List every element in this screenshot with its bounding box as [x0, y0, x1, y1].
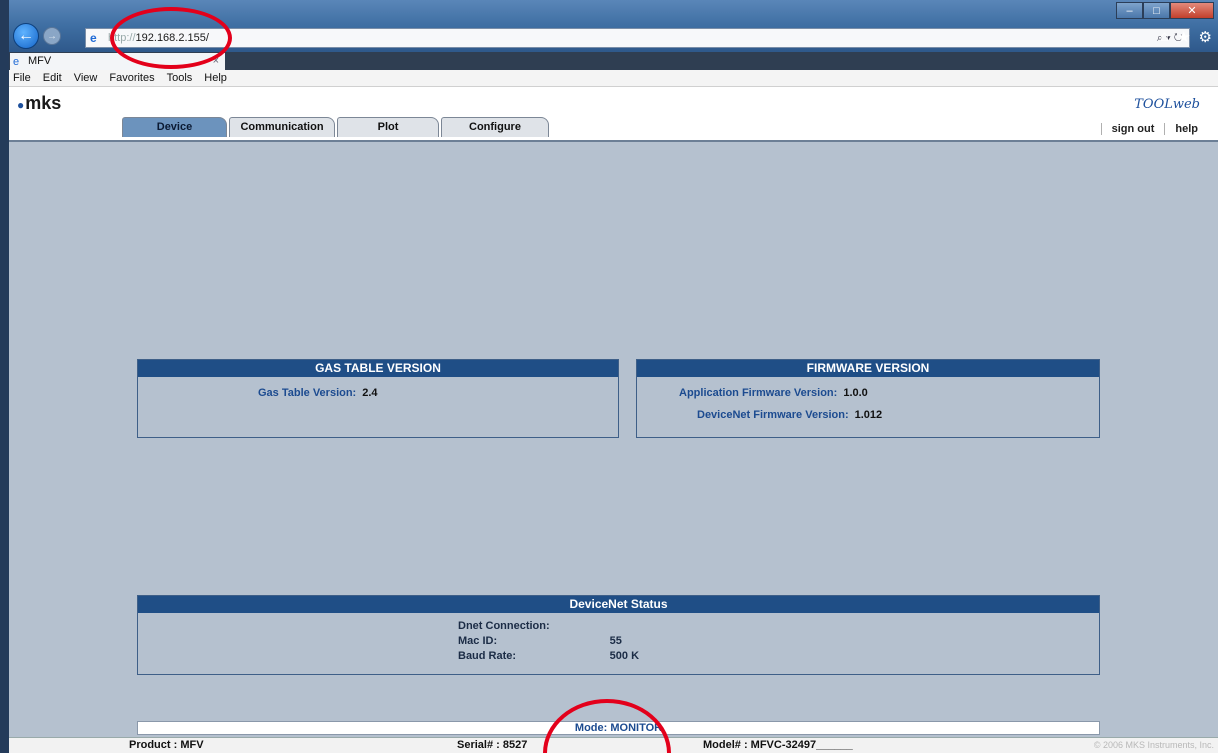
gear-icon[interactable]: ⚙: [1199, 28, 1212, 46]
sign-out-link[interactable]: sign out: [1100, 123, 1165, 135]
app-tabs: Device Communication Plot Configure: [122, 117, 551, 137]
minimize-button[interactable]: –: [1116, 2, 1143, 19]
product-status: Product : MFV: [129, 739, 204, 751]
app-firmware-label: Application Firmware Version:: [679, 387, 838, 399]
header-links: sign out help: [1100, 123, 1208, 135]
menu-tools[interactable]: Tools: [167, 70, 193, 86]
arrow-right-icon: →: [47, 30, 57, 42]
app-firmware-row: Application Firmware Version: 1.0.0: [679, 387, 868, 399]
logo-text: mks: [25, 93, 62, 113]
gas-table-title: GAS TABLE VERSION: [138, 360, 618, 377]
gas-table-version-row: Gas Table Version: 2.4: [258, 387, 378, 399]
model-status: Model# : MFVC-32497______: [703, 739, 853, 751]
devicenet-status-panel: DeviceNet Status Dnet Connection: Mac ID…: [137, 595, 1100, 675]
toolweb-logo: TOOLweb: [1134, 97, 1200, 112]
menu-edit[interactable]: Edit: [43, 70, 62, 86]
baud-rate-value: 500 K: [609, 650, 640, 662]
tab-configure[interactable]: Configure: [441, 117, 549, 137]
toolbar-icons: ⌂ ★ ⚙: [1160, 28, 1212, 46]
window-controls: – □ ✕: [1116, 2, 1214, 19]
maximize-button[interactable]: □: [1143, 2, 1170, 19]
url-highlight-circle: [110, 7, 232, 69]
tab-device[interactable]: Device: [122, 117, 227, 137]
copyright-text: © 2006 MKS Instruments, Inc.: [1093, 740, 1214, 750]
menu-favorites[interactable]: Favorites: [109, 70, 154, 86]
app-header: ●mks TOOLweb Device Communication Plot C…: [9, 87, 1218, 142]
firmware-panel: FIRMWARE VERSION Application Firmware Ve…: [636, 359, 1100, 438]
help-link[interactable]: help: [1164, 123, 1208, 135]
app-firmware-value: 1.0.0: [843, 387, 868, 399]
menu-help[interactable]: Help: [204, 70, 227, 86]
arrow-left-icon: ←: [18, 27, 34, 44]
header-divider: [9, 140, 1218, 142]
gas-table-version-value: 2.4: [362, 387, 378, 399]
mac-id-label: Mac ID:: [458, 635, 498, 647]
devicenet-status-title: DeviceNet Status: [138, 596, 1099, 613]
dnet-connection-value: [552, 620, 639, 633]
menu-bar: File Edit View Favorites Tools Help: [9, 70, 1218, 87]
serial-status: Serial# : 8527: [457, 739, 528, 751]
devicenet-status-table: Dnet Connection: Mac ID: 55 Baud Rate: 5…: [456, 618, 641, 665]
mac-id-value: 55: [609, 635, 622, 647]
status-row-mac-id: Mac ID: 55: [458, 635, 639, 648]
back-button[interactable]: ←: [13, 23, 39, 49]
logo-dots-icon: ●: [17, 98, 25, 112]
tab-plot[interactable]: Plot: [337, 117, 439, 137]
firmware-title: FIRMWARE VERSION: [637, 360, 1099, 377]
mks-logo: ●mks: [17, 93, 61, 114]
gas-table-panel: GAS TABLE VERSION Gas Table Version: 2.4: [137, 359, 619, 438]
favorites-star-icon[interactable]: ★: [1177, 28, 1190, 46]
devicenet-firmware-label: DeviceNet Firmware Version:: [697, 409, 849, 421]
home-icon[interactable]: ⌂: [1160, 28, 1169, 46]
gas-table-version-label: Gas Table Version:: [258, 387, 357, 399]
forward-button[interactable]: →: [43, 27, 61, 45]
mode-highlight-circle: [543, 699, 671, 753]
browser-tab-title: MFV: [28, 55, 52, 67]
menu-file[interactable]: File: [13, 70, 31, 86]
ie-tab-icon: e: [13, 56, 20, 68]
status-row-baud-rate: Baud Rate: 500 K: [458, 650, 639, 663]
dnet-connection-label: Dnet Connection:: [458, 620, 550, 632]
tab-communication[interactable]: Communication: [229, 117, 335, 137]
close-window-button[interactable]: ✕: [1170, 2, 1214, 19]
address-bar[interactable]: e http://192.168.2.155/ ⌕ ▾ ↻: [85, 28, 1190, 48]
menu-view[interactable]: View: [74, 70, 98, 86]
baud-rate-label: Baud Rate:: [458, 650, 517, 662]
status-row-connection: Dnet Connection:: [458, 620, 639, 633]
window-left-border: [0, 0, 9, 753]
devicenet-firmware-value: 1.012: [854, 409, 883, 421]
devicenet-firmware-row: DeviceNet Firmware Version: 1.012: [697, 409, 882, 421]
ie-page-icon: e: [90, 31, 97, 45]
